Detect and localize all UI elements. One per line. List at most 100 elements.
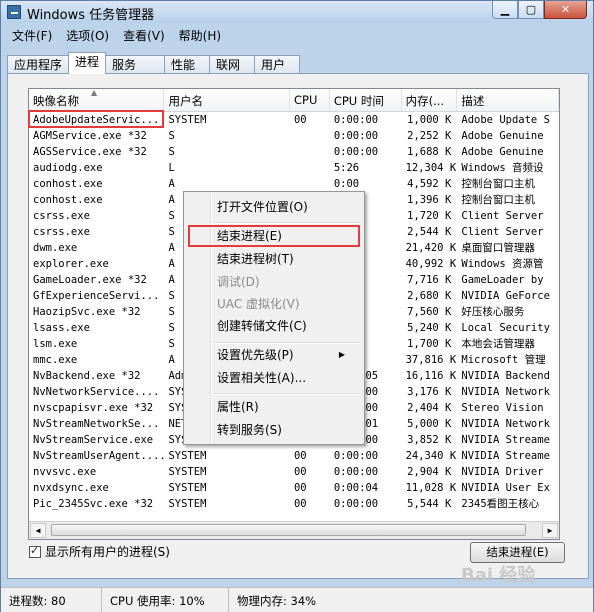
status-cpu-usage: CPU 使用率: 10%: [102, 588, 229, 612]
tabs-area: 应用程序 进程 服务 性能 联网 用户 ▲ 映像名称 用户名 CPU CPU 时间…: [7, 49, 589, 579]
table-cell: NVIDIA Backend: [461, 370, 550, 382]
show-all-users-row[interactable]: 显示所有用户的进程(S): [29, 543, 170, 560]
table-cell: 0:00:00: [333, 114, 379, 126]
table-cell: HaozipSvc.exe *32: [33, 306, 141, 318]
table-row[interactable]: nvvsvc.exe SYSTEM 00 0:00:00 2,904 K NVIDIA D…: [29, 464, 559, 480]
menu-set-affinity[interactable]: 设置相关性(A)...: [217, 368, 306, 388]
table-row[interactable]: audiodg.exe L 5:26 12,304 K Windows 音频设: [29, 160, 559, 176]
table-cell: explorer.exe: [33, 258, 109, 270]
menu-create-dump-file[interactable]: 创建转储文件(C): [217, 316, 307, 336]
table-cell: GfExperienceServi...: [33, 290, 160, 302]
table-cell: 1,700 K: [407, 338, 452, 350]
tab-services[interactable]: 服务: [105, 55, 166, 73]
table-cell: 0:00:04: [333, 482, 379, 494]
table-cell: 5,000 K: [407, 418, 452, 430]
column-image-name[interactable]: ▲ 映像名称: [29, 89, 165, 111]
menu-file[interactable]: 文件(F): [5, 25, 59, 45]
task-manager-icon: [7, 5, 21, 19]
processes-panel: ▲ 映像名称 用户名 CPU CPU 时间 内存(... 描述 AdobeUpda…: [7, 73, 589, 579]
table-cell: 0:00:00: [333, 450, 379, 462]
menu-open-file-location[interactable]: 打开文件位置(O): [217, 197, 308, 217]
column-cpu[interactable]: CPU: [290, 89, 330, 111]
table-cell: S: [168, 130, 175, 142]
menu-set-priority[interactable]: 设置优先级(P) ▶: [217, 345, 355, 365]
menu-options[interactable]: 选项(O): [59, 25, 116, 45]
table-cell: audiodg.exe: [33, 162, 103, 174]
scrollbar-thumb[interactable]: [51, 524, 526, 536]
table-row[interactable]: conhost.exe A 0:00 4,592 K 控制台窗口主机: [29, 176, 559, 192]
tab-applications[interactable]: 应用程序: [7, 55, 70, 73]
table-cell: Client Server: [461, 210, 544, 222]
table-cell: 00: [293, 466, 307, 478]
table-cell: 1,720 K: [407, 210, 452, 222]
table-cell: NVIDIA Streame: [461, 450, 550, 462]
table-cell: NvStreamUserAgent....: [33, 450, 165, 462]
table-cell: 0:00:00: [333, 498, 379, 510]
table-cell: NVIDIA Driver: [461, 466, 544, 478]
table-cell: [290, 144, 330, 160]
tab-processes[interactable]: 进程: [68, 52, 107, 74]
table-cell: mmc.exe: [33, 354, 78, 366]
menu-help[interactable]: 帮助(H): [172, 25, 228, 45]
menu-end-process[interactable]: 结束进程(E): [217, 226, 282, 246]
menu-view[interactable]: 查看(V): [116, 25, 172, 45]
table-row[interactable]: nvxdsync.exe SYSTEM 00 0:00:04 11,028 K NVIDI…: [29, 480, 559, 496]
table-cell: 2345看图王核心: [461, 498, 540, 510]
table-cell: 40,992 K: [405, 258, 457, 270]
table-cell: 1,688 K: [407, 146, 452, 158]
table-cell: NvStreamService.exe: [33, 434, 154, 446]
table-cell: L: [168, 162, 175, 174]
minimize-button[interactable]: ▁: [492, 1, 518, 19]
column-cpu-time[interactable]: CPU 时间: [330, 89, 402, 111]
table-cell: 0:00:00: [333, 466, 379, 478]
table-cell: NVIDIA Network: [461, 386, 550, 398]
table-cell: SYSTEM: [168, 482, 207, 494]
table-cell: 1,000 K: [407, 114, 452, 126]
table-cell: 5:26: [333, 162, 360, 174]
tab-networking[interactable]: 联网: [209, 55, 256, 73]
menu-end-process-tree[interactable]: 结束进程树(T): [217, 249, 294, 269]
table-row[interactable]: AGMService.exe *32 S 0:00:00 2,252 K Adobe G…: [29, 128, 559, 144]
table-cell: [290, 160, 330, 176]
table-row[interactable]: AGSService.exe *32 S 0:00:00 1,688 K Adobe G…: [29, 144, 559, 160]
context-menu: 打开文件位置(O) 结束进程(E) 结束进程树(T) 调试(D) UAC 虚拟化…: [183, 191, 365, 445]
table-cell: Pic_2345Svc.exe *32: [33, 498, 154, 510]
table-cell: 控制台窗口主机: [461, 194, 535, 206]
table-cell: SYSTEM: [168, 450, 207, 462]
column-description[interactable]: 描述: [457, 89, 559, 111]
show-all-users-checkbox[interactable]: [29, 544, 41, 558]
scroll-right-icon[interactable]: ▶: [542, 523, 558, 538]
table-cell: dwm.exe: [33, 242, 78, 254]
end-process-button[interactable]: 结束进程(E): [470, 542, 565, 563]
menu-properties[interactable]: 属性(R): [217, 397, 259, 417]
scroll-left-icon[interactable]: ◀: [30, 523, 46, 538]
column-user-name[interactable]: 用户名: [164, 89, 290, 111]
menu-set-priority-label: 设置优先级(P): [217, 348, 294, 362]
table-cell: SYSTEM: [168, 466, 207, 478]
tab-users[interactable]: 用户: [254, 55, 301, 73]
column-memory[interactable]: 内存(...: [402, 89, 458, 111]
table-cell: nvscpapisvr.exe *32: [33, 402, 154, 414]
table-cell: 0:00:00: [333, 146, 379, 158]
table-row[interactable]: NvStreamUserAgent.... SYSTEM 00 0:00:00 24,3…: [29, 448, 559, 464]
table-cell: 4,592 K: [407, 178, 452, 190]
menu-separator: [214, 342, 360, 344]
title-bar[interactable]: Windows 任务管理器 ▁ ▢ ✕: [1, 1, 593, 23]
menu-go-to-service[interactable]: 转到服务(S): [217, 420, 282, 440]
window-controls: ▁ ▢ ✕: [492, 1, 587, 19]
table-cell: Windows 音频设: [461, 162, 544, 174]
table-cell: Microsoft 管理: [461, 354, 546, 366]
tab-performance[interactable]: 性能: [164, 55, 211, 73]
horizontal-scrollbar[interactable]: ◀ ▶: [29, 521, 559, 539]
table-cell: conhost.exe: [33, 194, 103, 206]
table-cell: 2,404 K: [407, 402, 452, 414]
close-button[interactable]: ✕: [544, 1, 587, 19]
table-row[interactable]: Pic_2345Svc.exe *32 SYSTEM 00 0:00:00 5,544 …: [29, 496, 559, 512]
table-cell: 00: [293, 482, 307, 494]
status-physical-memory: 物理内存: 34%: [237, 594, 317, 608]
table-cell: 0:00:00: [333, 130, 379, 142]
table-cell: csrss.exe: [33, 210, 90, 222]
table-cell: NVIDIA User Ex: [461, 482, 550, 494]
table-cell: 37,816 K: [405, 354, 457, 366]
maximize-button[interactable]: ▢: [518, 1, 544, 19]
